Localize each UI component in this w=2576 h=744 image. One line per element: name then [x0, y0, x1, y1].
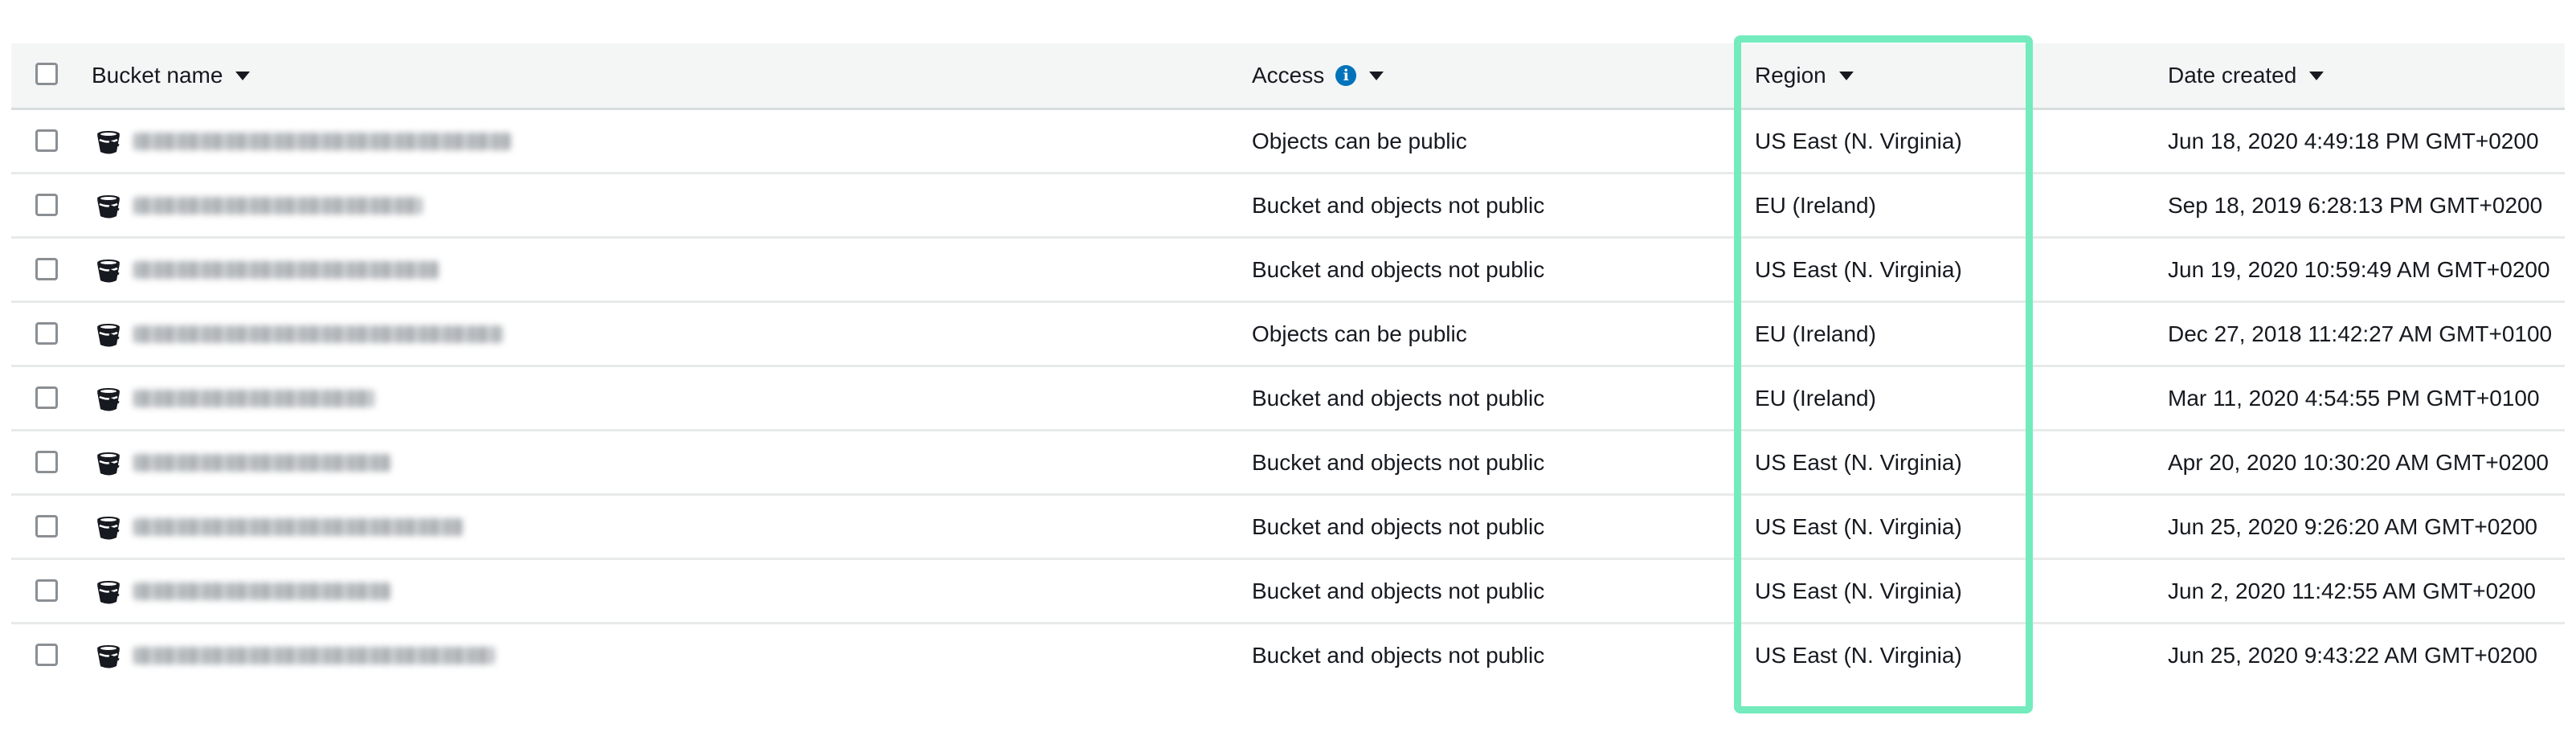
bucket-icon: [95, 515, 122, 541]
access-cell: Objects can be public: [1252, 321, 1467, 346]
region-cell: US East (N. Virginia): [1755, 578, 1962, 603]
column-header-date-created[interactable]: Date created: [2168, 43, 2325, 108]
access-cell: Bucket and objects not public: [1252, 256, 1545, 282]
info-icon[interactable]: i: [1335, 65, 1357, 86]
column-header-region[interactable]: Region: [1755, 43, 1854, 108]
access-cell: Bucket and objects not public: [1252, 578, 1545, 603]
date-created-cell: Jun 19, 2020 10:59:49 AM GMT+0200: [2168, 256, 2550, 282]
region-cell: EU (Ireland): [1755, 385, 1876, 411]
caret-down-icon[interactable]: [1369, 71, 1384, 80]
row-checkbox[interactable]: [35, 322, 58, 345]
row-checkbox[interactable]: [35, 258, 58, 280]
access-cell: Bucket and objects not public: [1252, 385, 1545, 411]
bucket-name-redacted[interactable]: [133, 454, 390, 472]
table-row[interactable]: Bucket and objects not public US East (N.…: [11, 624, 2565, 686]
bucket-icon: [95, 644, 122, 669]
region-cell: EU (Ireland): [1755, 321, 1876, 346]
bucket-name-redacted[interactable]: [133, 583, 390, 600]
bucket-icon: [95, 194, 122, 219]
bucket-icon: [95, 451, 122, 476]
bucket-name-redacted[interactable]: [133, 325, 503, 343]
date-created-cell: Apr 20, 2020 10:30:20 AM GMT+0200: [2168, 449, 2549, 475]
caret-down-icon[interactable]: [2309, 71, 2325, 80]
column-header-label: Bucket name: [92, 63, 223, 88]
date-created-cell: Jun 25, 2020 9:43:22 AM GMT+0200: [2168, 642, 2537, 668]
date-created-cell: Jun 25, 2020 9:26:20 AM GMT+0200: [2168, 513, 2537, 539]
region-cell: US East (N. Virginia): [1755, 449, 1962, 475]
buckets-table: Bucket name Access i Region Date created…: [11, 43, 2565, 686]
region-cell: EU (Ireland): [1755, 192, 1876, 218]
region-cell: US East (N. Virginia): [1755, 256, 1962, 282]
bucket-name-redacted[interactable]: [133, 133, 511, 150]
row-checkbox[interactable]: [35, 386, 58, 409]
table-row[interactable]: Bucket and objects not public US East (N.…: [11, 496, 2565, 560]
access-cell: Bucket and objects not public: [1252, 449, 1545, 475]
bucket-name-redacted[interactable]: [133, 647, 495, 664]
region-cell: US East (N. Virginia): [1755, 642, 1962, 668]
column-header-label: Access: [1252, 63, 1325, 88]
table-row[interactable]: Bucket and objects not public EU (Ireland…: [11, 174, 2565, 239]
date-created-cell: Jun 18, 2020 4:49:18 PM GMT+0200: [2168, 128, 2539, 153]
table-row[interactable]: Objects can be public US East (N. Virgini…: [11, 110, 2565, 174]
bucket-name-redacted[interactable]: [133, 197, 423, 215]
column-header-label: Region: [1755, 63, 1826, 88]
row-checkbox[interactable]: [35, 129, 58, 152]
caret-down-icon[interactable]: [235, 71, 251, 80]
bucket-name-redacted[interactable]: [133, 390, 374, 407]
bucket-icon: [95, 129, 122, 155]
table-body: Objects can be public US East (N. Virgini…: [11, 110, 2565, 686]
table-row[interactable]: Objects can be public EU (Ireland) Dec 27,…: [11, 303, 2565, 367]
column-header-label: Date created: [2168, 63, 2297, 88]
table-header: Bucket name Access i Region Date created: [11, 43, 2565, 110]
column-header-bucket-name[interactable]: Bucket name: [92, 43, 251, 108]
caret-down-icon[interactable]: [1838, 71, 1854, 80]
row-checkbox[interactable]: [35, 194, 58, 216]
table-row[interactable]: Bucket and objects not public EU (Ireland…: [11, 367, 2565, 431]
bucket-icon: [95, 322, 122, 348]
table-row[interactable]: Bucket and objects not public US East (N.…: [11, 239, 2565, 303]
row-checkbox[interactable]: [35, 644, 58, 666]
access-cell: Objects can be public: [1252, 128, 1467, 153]
row-checkbox[interactable]: [35, 515, 58, 538]
bucket-name-redacted[interactable]: [133, 261, 439, 279]
access-cell: Bucket and objects not public: [1252, 513, 1545, 539]
access-cell: Bucket and objects not public: [1252, 642, 1545, 668]
table-row[interactable]: Bucket and objects not public US East (N.…: [11, 431, 2565, 496]
region-cell: US East (N. Virginia): [1755, 128, 1962, 153]
select-all-checkbox[interactable]: [35, 63, 58, 85]
region-cell: US East (N. Virginia): [1755, 513, 1962, 539]
date-created-cell: Sep 18, 2019 6:28:13 PM GMT+0200: [2168, 192, 2543, 218]
row-checkbox[interactable]: [35, 451, 58, 473]
bucket-icon: [95, 386, 122, 412]
row-checkbox[interactable]: [35, 579, 58, 602]
column-header-access[interactable]: Access i: [1252, 43, 1384, 108]
date-created-cell: Dec 27, 2018 11:42:27 AM GMT+0100: [2168, 321, 2553, 346]
bucket-name-redacted[interactable]: [133, 518, 463, 536]
access-cell: Bucket and objects not public: [1252, 192, 1545, 218]
date-created-cell: Jun 2, 2020 11:42:55 AM GMT+0200: [2168, 578, 2536, 603]
date-created-cell: Mar 11, 2020 4:54:55 PM GMT+0100: [2168, 385, 2540, 411]
bucket-icon: [95, 579, 122, 605]
bucket-icon: [95, 258, 122, 284]
table-row[interactable]: Bucket and objects not public US East (N.…: [11, 560, 2565, 624]
